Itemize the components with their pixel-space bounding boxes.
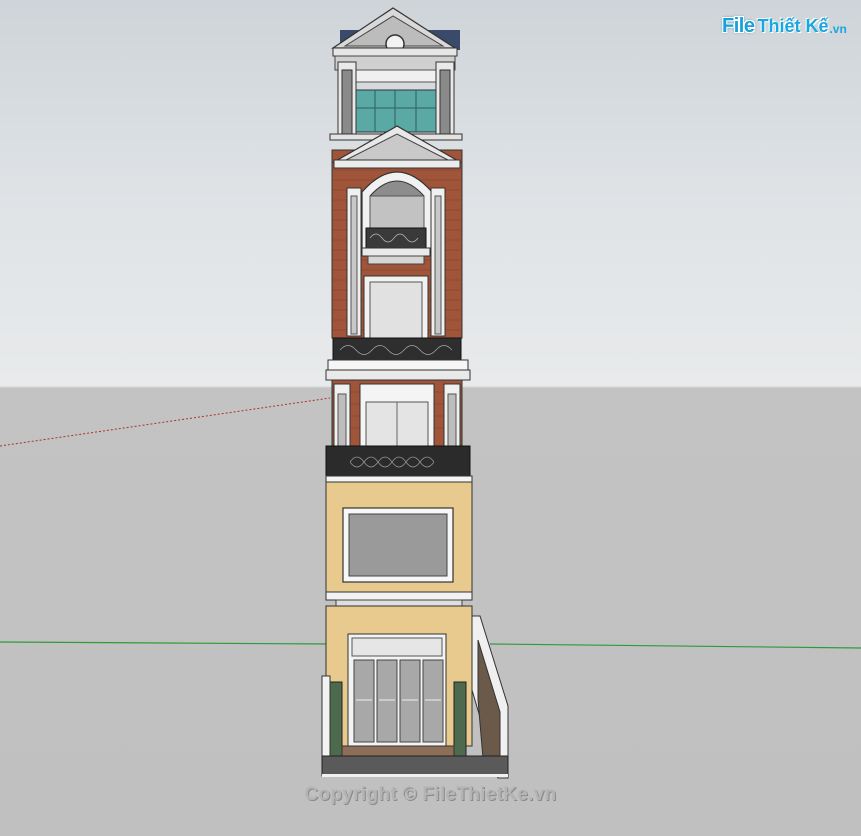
building-3d-model[interactable]: [0, 0, 861, 836]
top-floor: [329, 7, 463, 141]
door-panel-3: [399, 659, 421, 743]
filethietke-logo: File Thiết Kế .vn: [722, 12, 847, 40]
logo-file-text: File: [722, 14, 755, 37]
red-axis-dotted: [0, 397, 331, 447]
top-glass-window: [355, 89, 437, 133]
third-floor: [325, 379, 473, 483]
second-floor: [325, 481, 473, 607]
logo-vn-text: .vn: [829, 21, 847, 36]
door-panel-2: [376, 659, 398, 743]
logo-thietke-text: Thiết Kế: [757, 15, 829, 36]
green-axis-left: [0, 641, 331, 645]
green-axis-right: [489, 643, 861, 649]
ground-floor: [321, 605, 509, 779]
sketchup-viewport[interactable]: File Thiết Kế .vn Copyright © FileThietK…: [0, 0, 861, 836]
fourth-floor: [331, 125, 463, 361]
copyright-watermark: Copyright © FileThietKe.vn: [304, 784, 557, 805]
small-balcony-railing: [365, 227, 427, 249]
balcony-railing-lower: [325, 445, 471, 477]
balcony-railing-upper: [332, 337, 462, 361]
door-panel-4: [422, 659, 444, 743]
door-panel-1: [353, 659, 375, 743]
